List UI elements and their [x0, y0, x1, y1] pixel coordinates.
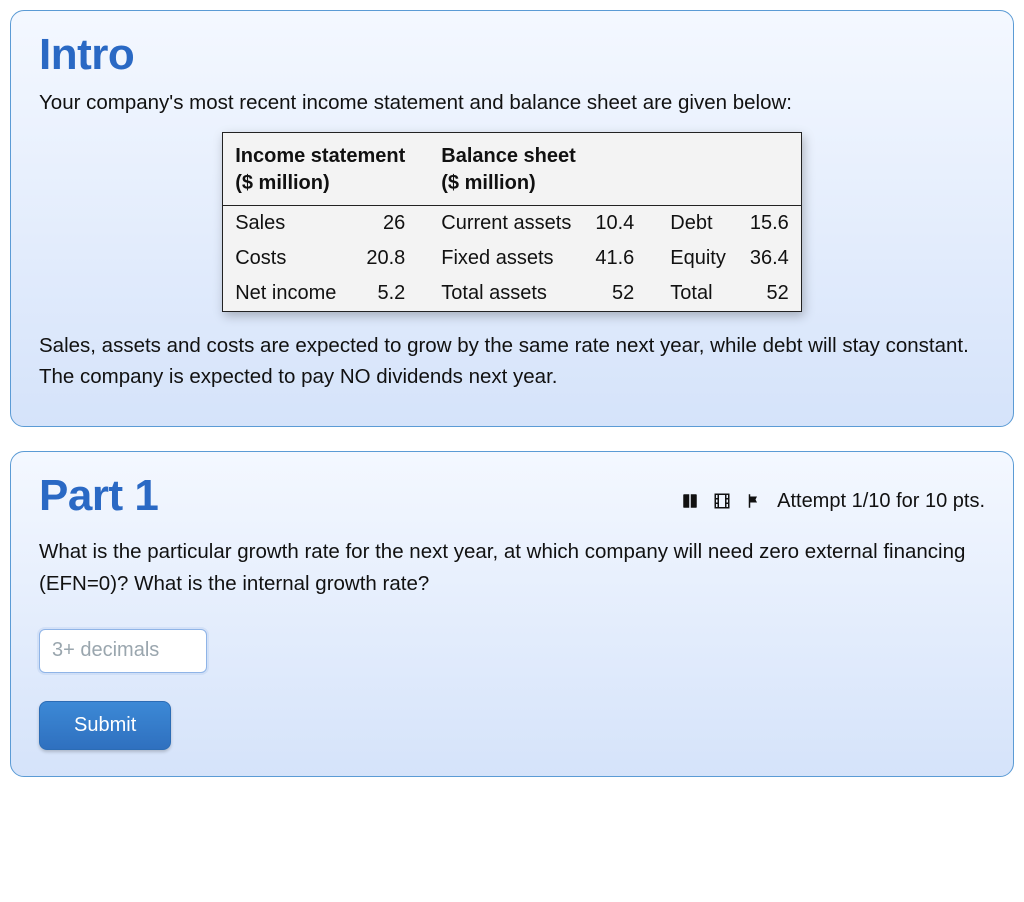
cell-label: Net income: [223, 276, 353, 312]
intro-title: Intro: [39, 33, 985, 77]
financial-table-wrap: Income statement ($ million) Balance she…: [39, 132, 985, 312]
cell-value: 52: [738, 276, 801, 312]
intro-tail: Sales, assets and costs are expected to …: [39, 330, 985, 392]
cell-label: Total: [646, 276, 738, 312]
cell-label: Debt: [646, 206, 738, 242]
cell-value: 41.6: [583, 241, 646, 276]
attempt-area: Attempt 1/10 for 10 pts.: [681, 490, 985, 513]
cell-value: 20.8: [352, 241, 417, 276]
cell-label: Costs: [223, 241, 353, 276]
cell-value: 15.6: [738, 206, 801, 242]
attempt-text: Attempt 1/10 for 10 pts.: [777, 490, 985, 513]
cell-label: Sales: [223, 206, 353, 242]
flag-icon[interactable]: [745, 492, 763, 510]
cell-label: Equity: [646, 241, 738, 276]
cell-label: Total assets: [417, 276, 583, 312]
table-head-income: Income statement ($ million): [223, 133, 418, 206]
cell-label: Current assets: [417, 206, 583, 242]
part1-title: Part 1: [39, 474, 158, 518]
cell-value: 26: [352, 206, 417, 242]
submit-button[interactable]: Submit: [39, 701, 171, 750]
table-row: Costs 20.8 Fixed assets 41.6 Equity 36.4: [223, 241, 802, 276]
film-icon[interactable]: [713, 492, 731, 510]
cell-label: Fixed assets: [417, 241, 583, 276]
part1-panel: Part 1 Attempt 1/10 for 10 pts. What is …: [10, 451, 1014, 776]
part1-question: What is the particular growth rate for t…: [39, 536, 985, 598]
intro-lead: Your company's most recent income statem…: [39, 87, 985, 118]
cell-value: 5.2: [352, 276, 417, 312]
cell-value: 36.4: [738, 241, 801, 276]
book-icon[interactable]: [681, 492, 699, 510]
cell-value: 52: [583, 276, 646, 312]
answer-input[interactable]: [39, 629, 207, 673]
cell-value: 10.4: [583, 206, 646, 242]
table-row: Net income 5.2 Total assets 52 Total 52: [223, 276, 802, 312]
table-row: Sales 26 Current assets 10.4 Debt 15.6: [223, 206, 802, 242]
table-head-balance: Balance sheet ($ million): [417, 133, 801, 206]
intro-panel: Intro Your company's most recent income …: [10, 10, 1014, 427]
financial-table: Income statement ($ million) Balance she…: [222, 132, 802, 312]
